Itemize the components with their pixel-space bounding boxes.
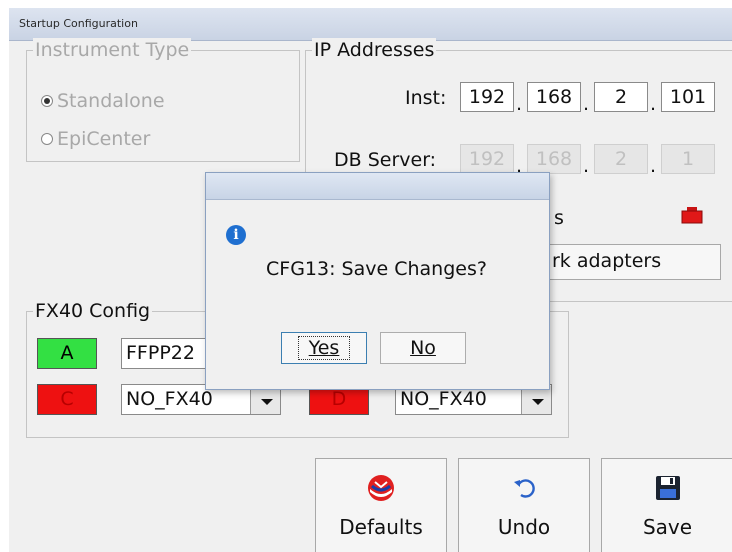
ip-dot: .: [583, 155, 590, 177]
save-floppy-icon: [655, 476, 680, 500]
fx40-a-button[interactable]: A: [37, 338, 97, 369]
db-ip-octet-4: 1: [661, 144, 715, 174]
dropdown-arrow-icon[interactable]: [250, 386, 280, 414]
dropdown-arrow-icon[interactable]: [521, 386, 551, 414]
radio-unselected-icon: [41, 133, 53, 145]
save-button[interactable]: Save: [601, 458, 732, 552]
ip-dot: .: [650, 93, 657, 115]
undo-icon: [514, 479, 535, 498]
ip-dot: .: [583, 93, 590, 115]
inst-ip-octet-4[interactable]: 101: [661, 82, 715, 112]
info-icon: i: [226, 225, 246, 245]
radio-standalone[interactable]: Standalone: [41, 89, 165, 113]
dialog-no-label: No: [410, 337, 436, 359]
defaults-label: Defaults: [339, 515, 423, 539]
ip-addresses-title: IP Addresses: [312, 38, 437, 62]
radio-epicenter[interactable]: EpiCenter: [41, 127, 150, 151]
save-changes-dialog: i CFG13: Save Changes? Yes No: [205, 172, 550, 390]
fx40-c-button[interactable]: C: [37, 384, 97, 415]
inst-ip-octet-3[interactable]: 2: [594, 82, 648, 112]
ip-dot: .: [516, 93, 523, 115]
title-bar: Startup Configuration: [9, 8, 732, 41]
undo-button[interactable]: Undo: [458, 458, 590, 552]
network-status-icon: [681, 207, 703, 224]
radio-epicenter-label: EpiCenter: [57, 128, 151, 150]
defaults-logo-icon: [368, 475, 394, 501]
inst-ip-octet-2[interactable]: 168: [527, 82, 581, 112]
radio-selected-icon: [41, 95, 53, 107]
dialog-no-button[interactable]: No: [380, 332, 466, 364]
dialog-yes-label: Yes: [308, 337, 340, 359]
radio-standalone-label: Standalone: [57, 90, 165, 112]
save-label: Save: [642, 515, 693, 539]
db-server-label: DB Server:: [334, 149, 437, 171]
instrument-type-title: Instrument Type: [33, 38, 192, 62]
inst-label: Inst:: [405, 87, 447, 109]
network-adapters-button[interactable]: rk adapters: [545, 244, 721, 280]
db-ip-octet-1: 192: [460, 144, 514, 174]
inst-ip-octet-1[interactable]: 192: [460, 82, 514, 112]
fx40-d-value: NO_FX40: [400, 388, 487, 410]
undo-label: Undo: [497, 515, 551, 539]
dialog-title-bar: [206, 173, 549, 200]
instrument-type-group: Instrument Type Standalone EpiCenter: [26, 38, 300, 162]
db-ip-octet-2: 168: [527, 144, 581, 174]
defaults-button[interactable]: Defaults: [315, 458, 447, 552]
fx40-c-value: NO_FX40: [126, 388, 213, 410]
dialog-message: CFG13: Save Changes?: [266, 258, 487, 280]
ip-dot: .: [650, 155, 657, 177]
fx40-config-title: FX40 Config: [33, 299, 153, 323]
status-label: s: [554, 207, 564, 229]
window-title: Startup Configuration: [19, 17, 138, 30]
dialog-yes-button[interactable]: Yes: [281, 332, 367, 364]
db-ip-octet-3: 2: [594, 144, 648, 174]
